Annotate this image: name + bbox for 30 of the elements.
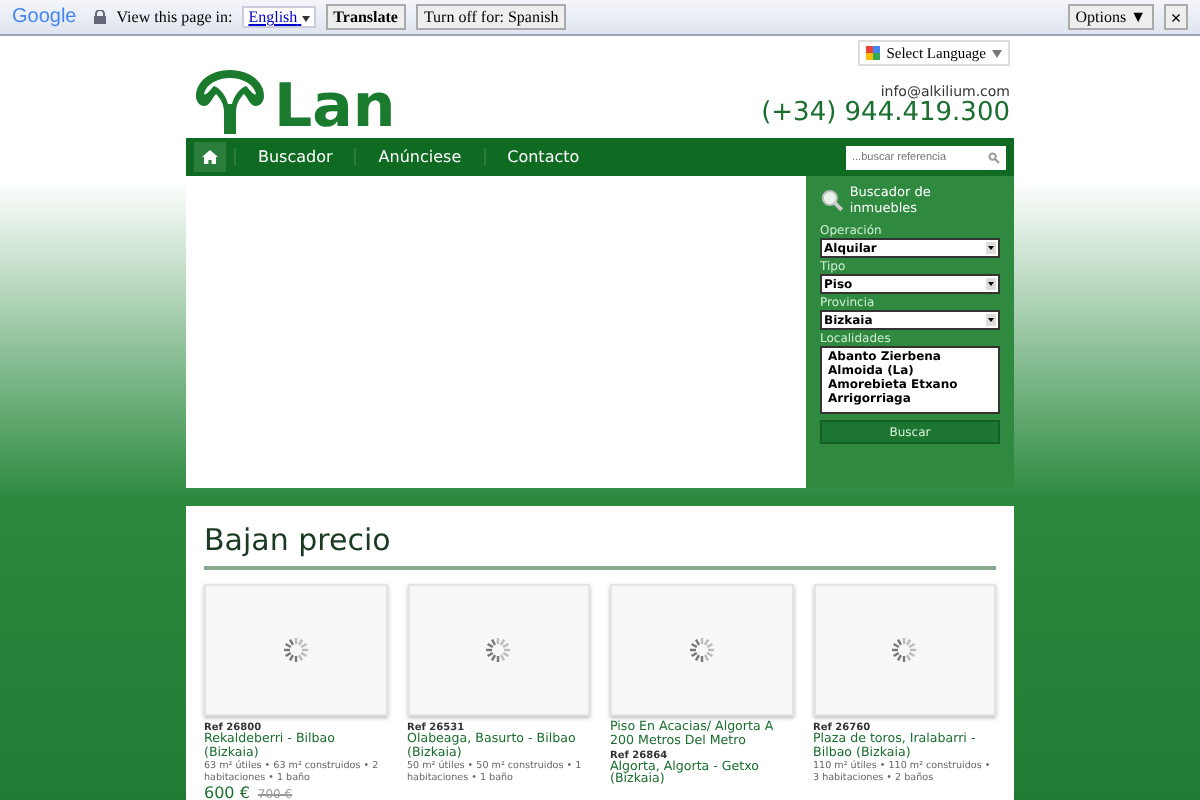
translate-bar-button[interactable]: Turn off for: Spanish [415,4,567,30]
tree-logo-icon [194,66,266,138]
home-button[interactable] [194,142,226,172]
lock-icon [94,10,107,24]
google-logo: Google [12,6,77,28]
search-icon [820,188,844,212]
spinner-icon [687,636,716,664]
dropdown-arrow-icon [986,242,996,254]
spinner-icon [890,636,919,664]
nav-link[interactable]: Contacto [483,148,602,166]
spinner-icon [484,636,513,664]
dropdown-arrow-icon [986,278,996,290]
translate-bar-button[interactable]: Translate [325,4,406,30]
home-icon [202,150,218,164]
options-button[interactable]: Options ▼ [1067,4,1154,30]
price-text: 600 € [204,785,250,800]
nav-link[interactable]: Anúnciese [354,148,484,166]
section-title: Bajan precio [204,506,996,570]
dropdown-arrow-icon [301,16,310,22]
close-button[interactable]: × [1164,4,1188,30]
nav-link[interactable]: Buscador [234,148,355,166]
search-icon [988,151,1000,163]
dropdown-arrow-icon [986,314,996,326]
spinner-icon [281,636,310,664]
translate-icon [866,46,881,60]
translate-label: View this page in: [116,8,233,26]
dropdown-arrow-icon [992,49,1002,57]
phone-number: (+34) 944.419.300 [761,100,1010,128]
logo-text: Lan [274,78,396,138]
language-dropdown[interactable]: English [242,6,316,28]
